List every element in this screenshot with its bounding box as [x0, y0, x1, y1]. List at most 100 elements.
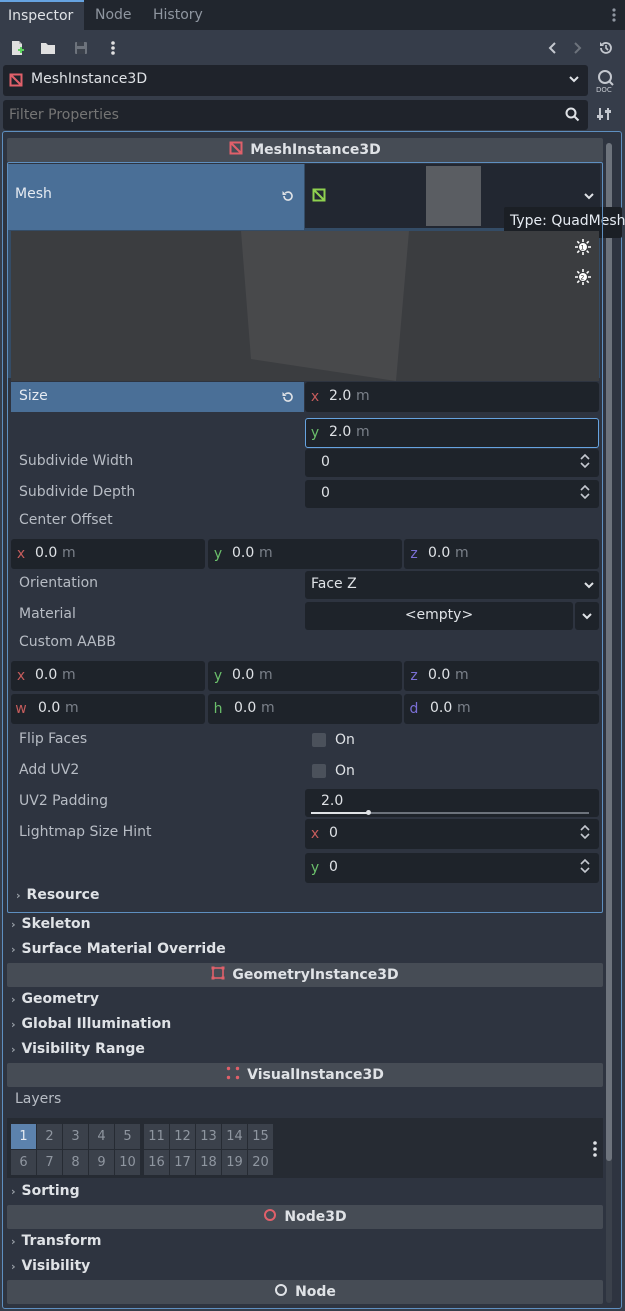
layers-menu-icon[interactable]	[590, 1140, 600, 1158]
layer-button-10[interactable]: 10	[115, 1150, 140, 1175]
layer-button-8[interactable]: 8	[63, 1150, 88, 1175]
section-label: Surface Material Override	[21, 941, 226, 957]
axis-x-label: x	[310, 389, 320, 405]
spin-arrows-icon[interactable]	[579, 824, 591, 844]
layer-button-15[interactable]: 15	[248, 1124, 273, 1149]
lightmap-x-spinbox[interactable]: x 0	[305, 819, 599, 849]
tab-inspector[interactable]: Inspector	[0, 0, 84, 30]
layer-button-2[interactable]: 2	[37, 1124, 62, 1149]
revert-icon[interactable]	[281, 189, 295, 207]
subdivide-width-spinbox[interactable]: 0	[305, 449, 599, 477]
tab-history[interactable]: History	[153, 0, 203, 30]
unit-label: m	[62, 667, 76, 683]
spin-arrows-icon[interactable]	[579, 453, 591, 473]
layer-button-1[interactable]: 1	[11, 1124, 36, 1149]
material-picker[interactable]: <empty>	[305, 602, 573, 630]
flip-faces-checkbox[interactable]	[312, 733, 326, 747]
layer-button-7[interactable]: 7	[37, 1150, 62, 1175]
light2-toggle-icon[interactable]: 2	[575, 269, 591, 289]
size-property-row[interactable]: Size	[11, 382, 304, 412]
chevron-down-icon[interactable]	[583, 189, 595, 207]
size-y-field[interactable]: y 2.0 m	[305, 418, 599, 448]
dock-menu-icon[interactable]	[609, 7, 619, 23]
layer-button-16[interactable]: 16	[144, 1150, 169, 1175]
flip-faces-on-label: On	[335, 732, 355, 748]
layer-button-9[interactable]: 9	[89, 1150, 114, 1175]
slider-grabber[interactable]	[366, 810, 371, 815]
section-global-illumination[interactable]: › Global Illumination	[11, 1016, 171, 1032]
unit-label: m	[62, 545, 76, 561]
layer-button-20[interactable]: 20	[248, 1150, 273, 1175]
lightmap-size-hint-label: Lightmap Size Hint	[19, 824, 152, 840]
center-offset-label: Center Offset	[19, 512, 113, 528]
layer-button-5[interactable]: 5	[115, 1124, 140, 1149]
section-transform[interactable]: › Transform	[11, 1233, 101, 1249]
mesh-property-row[interactable]: Mesh	[8, 164, 304, 230]
aabb-z-field[interactable]: z 0.0 m	[404, 661, 599, 691]
aabb-x-field[interactable]: x 0.0 m	[11, 661, 205, 691]
subdivide-depth-spinbox[interactable]: 0	[305, 480, 599, 508]
layer-button-17[interactable]: 17	[170, 1150, 195, 1175]
search-icon	[565, 107, 580, 126]
recent-history-icon[interactable]	[596, 38, 616, 58]
center-offset-x-field[interactable]: x 0.0 m	[11, 539, 205, 569]
history-back-icon[interactable]	[543, 38, 563, 58]
category-node: Node	[7, 1280, 603, 1304]
orientation-dropdown[interactable]: Face Z	[305, 571, 599, 599]
layer-button-3[interactable]: 3	[63, 1124, 88, 1149]
section-resource[interactable]: › Resource	[16, 887, 99, 903]
material-menu-button[interactable]	[575, 602, 599, 630]
subdivide-depth-value: 0	[321, 485, 330, 501]
layer-button-11[interactable]: 11	[144, 1124, 169, 1149]
add-uv2-checkbox[interactable]	[312, 764, 326, 778]
layer-button-12[interactable]: 12	[170, 1124, 195, 1149]
layer-button-6[interactable]: 6	[11, 1150, 36, 1175]
size-x-field[interactable]: x 2.0 m	[305, 382, 599, 412]
layer-button-19[interactable]: 19	[222, 1150, 247, 1175]
uv2-padding-slider[interactable]: 2.0	[305, 789, 599, 817]
section-skeleton[interactable]: › Skeleton	[11, 916, 91, 932]
section-visibility-range[interactable]: › Visibility Range	[11, 1041, 145, 1057]
aabb-h-field[interactable]: h 0.0 m	[208, 694, 402, 724]
section-surface-material-override[interactable]: › Surface Material Override	[11, 941, 226, 957]
aabb-y-field[interactable]: y 0.0 m	[208, 661, 402, 691]
node-selector[interactable]: MeshInstance3D	[3, 65, 588, 96]
center-offset-y-field[interactable]: y 0.0 m	[208, 539, 402, 569]
aabb-w-field[interactable]: w 0.0 m	[11, 694, 205, 724]
axis-x-label: x	[16, 668, 26, 684]
layer-button-14[interactable]: 14	[222, 1124, 247, 1149]
tools-icon[interactable]	[596, 106, 612, 122]
mesh-preview-viewport[interactable]	[11, 231, 599, 381]
category-label: VisualInstance3D	[247, 1067, 384, 1083]
category-label: Node3D	[284, 1209, 347, 1225]
layer-button-13[interactable]: 13	[196, 1124, 221, 1149]
section-geometry[interactable]: › Geometry	[11, 991, 99, 1007]
section-sorting[interactable]: › Sorting	[11, 1183, 80, 1199]
history-forward-icon[interactable]	[567, 38, 587, 58]
tab-node[interactable]: Node	[95, 0, 132, 30]
lightmap-y-spinbox[interactable]: y 0	[305, 853, 599, 883]
open-folder-icon[interactable]	[38, 38, 58, 58]
new-resource-icon[interactable]	[7, 38, 27, 58]
spin-arrows-icon[interactable]	[579, 858, 591, 878]
open-docs-icon[interactable]: DOC	[594, 68, 616, 94]
filter-properties-field[interactable]	[3, 100, 588, 130]
light1-toggle-icon[interactable]: 1	[575, 239, 591, 259]
layer-button-18[interactable]: 18	[196, 1150, 221, 1175]
more-options-icon[interactable]	[103, 38, 123, 58]
visual-instance-icon	[226, 1066, 240, 1084]
filter-input[interactable]	[3, 100, 558, 130]
aabb-d-field[interactable]: d 0.0 m	[404, 694, 599, 724]
axis-y-label: y	[213, 668, 223, 684]
layer-button-4[interactable]: 4	[89, 1124, 114, 1149]
spin-arrows-icon[interactable]	[579, 484, 591, 504]
chevron-right-icon: ›	[11, 1234, 16, 1248]
revert-icon[interactable]	[281, 390, 295, 408]
scrollbar-thumb[interactable]	[606, 143, 612, 1161]
add-uv2-on-label: On	[335, 763, 355, 779]
save-icon[interactable]	[71, 38, 91, 58]
section-visibility[interactable]: › Visibility	[11, 1258, 90, 1274]
axis-x-label: x	[310, 826, 320, 842]
center-offset-z-field[interactable]: z 0.0 m	[404, 539, 599, 569]
unit-label: m	[261, 700, 275, 716]
